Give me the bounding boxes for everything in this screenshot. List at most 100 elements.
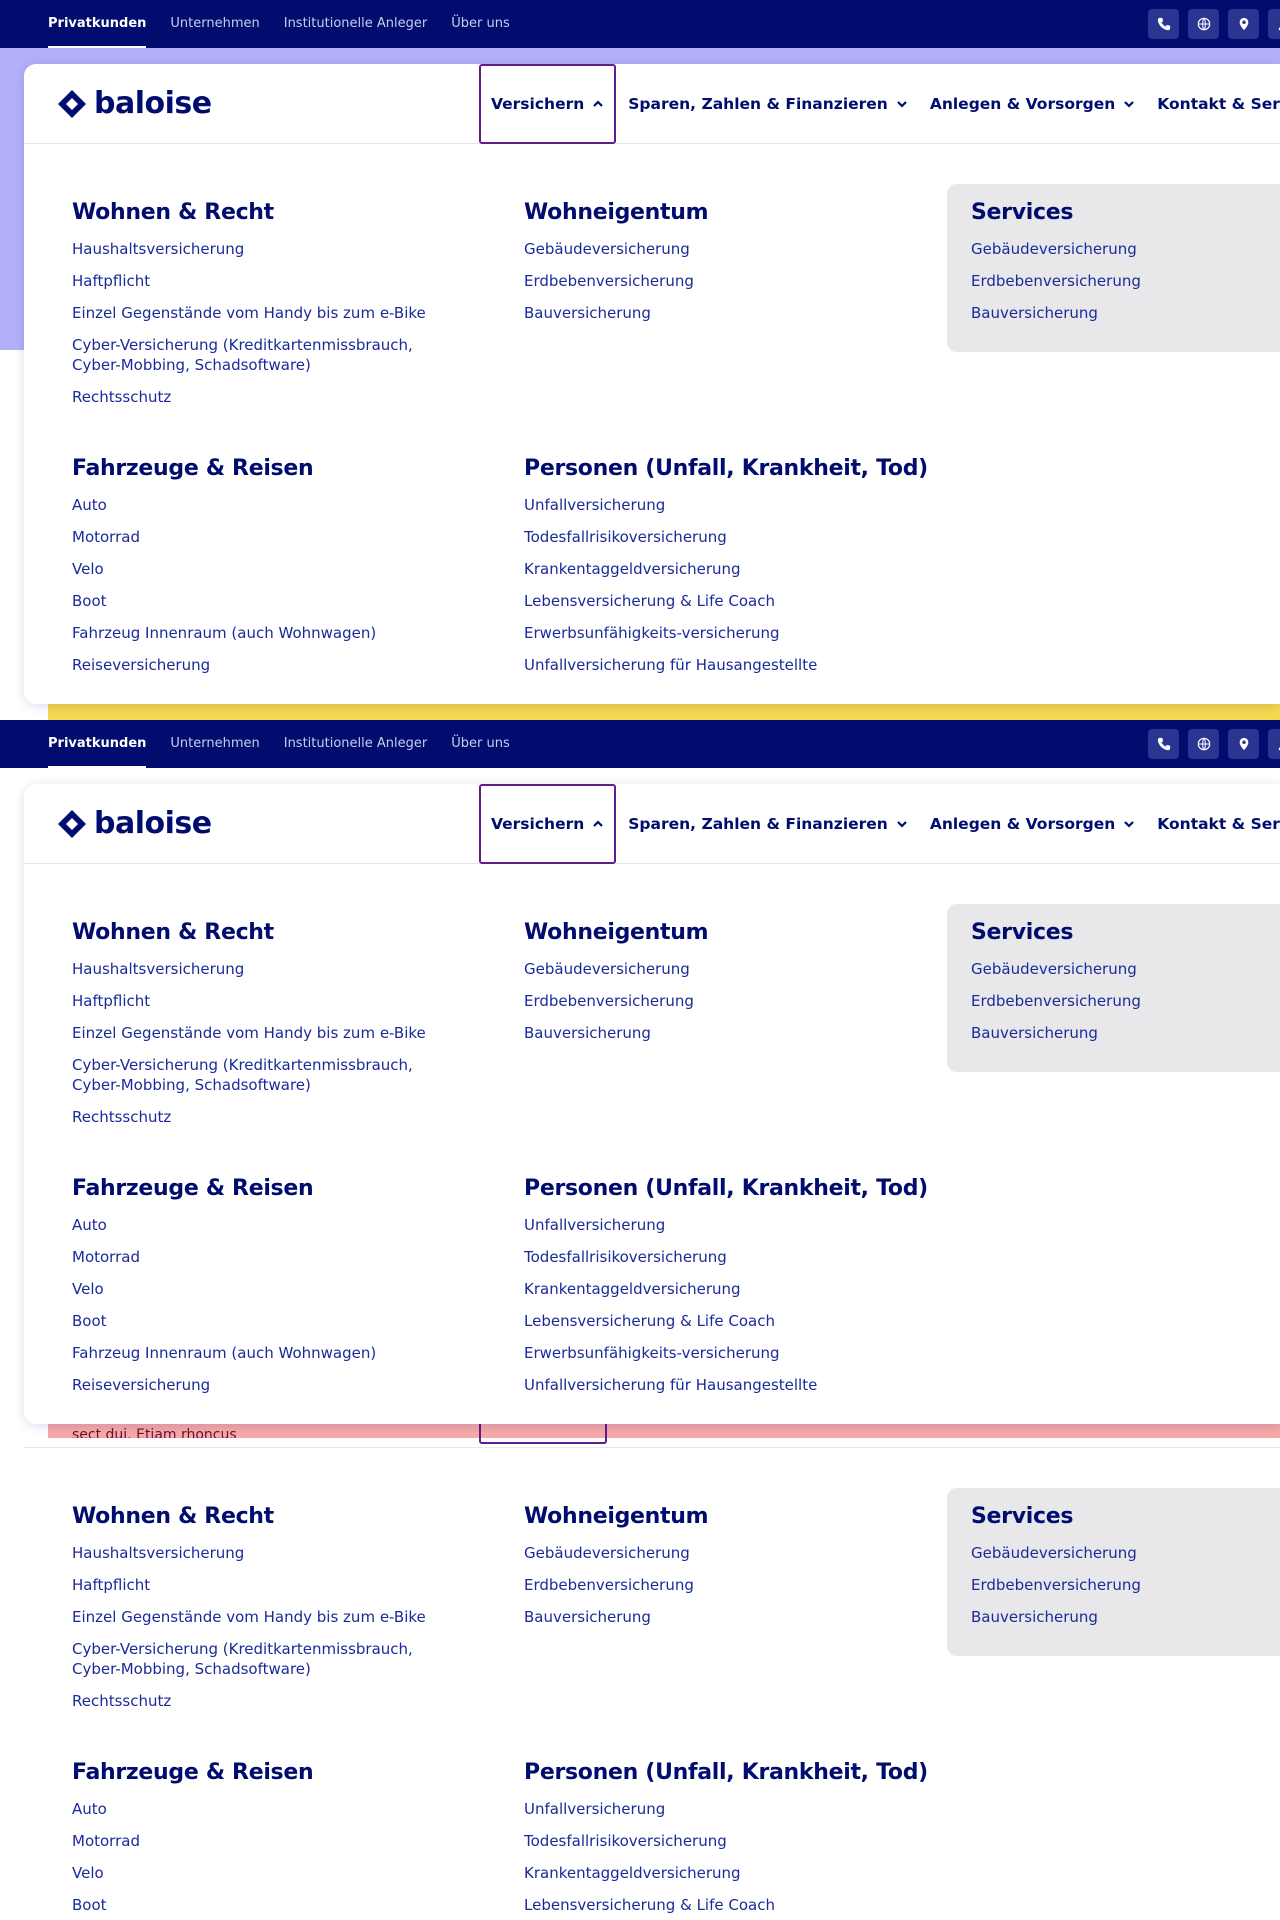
menu-link[interactable]: Erwerbsunfähigkeits-versicherung bbox=[524, 1343, 928, 1363]
meta-link-unternehmen[interactable]: Unternehmen bbox=[170, 720, 259, 768]
menu-link[interactable]: Reiseversicherung bbox=[72, 655, 376, 675]
menu-section-personen: Personen (Unfall, Krankheit, Tod) Unfall… bbox=[524, 1176, 928, 1407]
menu-link[interactable]: Gebäudeversicherung bbox=[971, 239, 1141, 259]
menu-link[interactable]: Motorrad bbox=[72, 1831, 313, 1851]
meta-link-privatkunden[interactable]: Privatkunden bbox=[48, 0, 147, 48]
header-mega-menu-card: baloise Versichern Sparen, Zahlen & Fina… bbox=[24, 784, 1280, 1424]
nav-kontakt-services[interactable]: Kontakt & Services bbox=[1157, 64, 1280, 144]
menu-link[interactable]: Auto bbox=[72, 1799, 313, 1819]
menu-link[interactable]: Boot bbox=[72, 591, 376, 611]
menu-link[interactable]: Bauversicherung bbox=[524, 1607, 708, 1627]
baloise-logo[interactable]: baloise bbox=[56, 86, 212, 121]
baloise-diamond-logo-icon bbox=[58, 89, 86, 118]
menu-link[interactable]: Krankentaggeldversicherung bbox=[524, 1863, 928, 1883]
menu-link[interactable]: Velo bbox=[72, 1279, 376, 1299]
menu-link[interactable]: Einzel Gegenstände vom Handy bis zum e-B… bbox=[72, 1023, 432, 1043]
meta-link-unternehmen[interactable]: Unternehmen bbox=[170, 0, 259, 48]
menu-link[interactable]: Bauversicherung bbox=[971, 303, 1141, 323]
menu-link[interactable]: Cyber-Versicherung (Kreditkartenmissbrau… bbox=[72, 1639, 432, 1679]
nav-versichern[interactable]: Versichern bbox=[479, 784, 617, 864]
menu-link[interactable]: Boot bbox=[72, 1311, 376, 1331]
menu-link[interactable]: Motorrad bbox=[72, 1247, 376, 1267]
menu-section-wohneigentum: Wohneigentum Gebäudeversicherung Erdbebe… bbox=[524, 920, 709, 1055]
menu-link[interactable]: Todesfallrisikoversicherung bbox=[524, 1831, 928, 1851]
menu-link[interactable]: Unfallversicherung bbox=[524, 495, 928, 515]
baloise-logo[interactable]: baloise bbox=[56, 806, 212, 841]
meta-link-ueber-uns[interactable]: Über uns bbox=[451, 0, 510, 48]
language-button[interactable] bbox=[1188, 729, 1219, 759]
phone-button[interactable] bbox=[1148, 9, 1179, 39]
menu-link[interactable]: Haushaltsversicherung bbox=[72, 959, 432, 979]
meta-link-privatkunden[interactable]: Privatkunden bbox=[48, 720, 147, 768]
menu-link[interactable]: Haushaltsversicherung bbox=[72, 239, 432, 259]
menu-link[interactable]: Erdbebenversicherung bbox=[524, 991, 708, 1011]
section-title: Wohneigentum bbox=[524, 1504, 709, 1529]
menu-link[interactable]: Bauversicherung bbox=[524, 303, 708, 323]
menu-link[interactable]: Haushaltsversicherung bbox=[72, 1543, 432, 1563]
nav-sparen-zahlen-finanzieren[interactable]: Sparen, Zahlen & Finanzieren bbox=[628, 64, 908, 144]
menu-link[interactable]: Gebäudeversicherung bbox=[524, 239, 708, 259]
menu-link[interactable]: Gebäudeversicherung bbox=[524, 959, 708, 979]
menu-link[interactable]: Lebensversicherung & Life Coach bbox=[524, 1311, 928, 1331]
nav-anlegen-vorsorgen[interactable]: Anlegen & Vorsorgen bbox=[930, 64, 1135, 144]
main-navigation: Versichern Sparen, Zahlen & Finanzieren … bbox=[479, 64, 1280, 144]
mega-menu-panel-partial: Wohnen & Recht Haushaltsversicherung Haf… bbox=[24, 1448, 1280, 1920]
menu-link[interactable]: Bauversicherung bbox=[524, 1023, 708, 1043]
meta-link-ueber-uns[interactable]: Über uns bbox=[451, 720, 510, 768]
menu-link[interactable]: Cyber-Versicherung (Kreditkartenmissbrau… bbox=[72, 335, 432, 375]
menu-link[interactable]: Erdbebenversicherung bbox=[971, 1575, 1141, 1595]
menu-link[interactable]: Rechtsschutz bbox=[72, 387, 432, 407]
location-button[interactable] bbox=[1228, 9, 1259, 39]
menu-link[interactable]: Auto bbox=[72, 1215, 376, 1235]
language-button[interactable] bbox=[1188, 9, 1219, 39]
menu-link[interactable]: Erdbebenversicherung bbox=[971, 271, 1141, 291]
menu-link[interactable]: Unfallversicherung bbox=[524, 1799, 928, 1819]
menu-link[interactable]: Haftpflicht bbox=[72, 1575, 432, 1595]
menu-link[interactable]: Todesfallrisikoversicherung bbox=[524, 527, 928, 547]
nav-versichern[interactable]: Versichern bbox=[479, 64, 617, 144]
menu-link[interactable]: Krankentaggeldversicherung bbox=[524, 559, 928, 579]
globe-icon bbox=[1197, 17, 1210, 31]
menu-link[interactable]: Erwerbsunfähigkeits-versicherung bbox=[524, 623, 928, 643]
menu-link[interactable]: Bauversicherung bbox=[971, 1023, 1141, 1043]
meta-link-institutionelle-anleger[interactable]: Institutionelle Anleger bbox=[284, 720, 427, 768]
menu-link[interactable]: Erdbebenversicherung bbox=[971, 991, 1141, 1011]
menu-link[interactable]: Rechtsschutz bbox=[72, 1691, 432, 1711]
menu-link[interactable]: Auto bbox=[72, 495, 376, 515]
menu-link[interactable]: Krankentaggeldversicherung bbox=[524, 1279, 928, 1299]
menu-link[interactable]: Bauversicherung bbox=[971, 1607, 1141, 1627]
menu-link[interactable]: Erdbebenversicherung bbox=[524, 271, 708, 291]
menu-link[interactable]: Gebäudeversicherung bbox=[971, 1543, 1141, 1563]
menu-link[interactable]: Unfallversicherung bbox=[524, 1215, 928, 1235]
menu-link[interactable]: Fahrzeug Innenraum (auch Wohnwagen) bbox=[72, 623, 376, 643]
location-button[interactable] bbox=[1228, 729, 1259, 759]
menu-link[interactable]: Rechtsschutz bbox=[72, 1107, 432, 1127]
menu-link[interactable]: Velo bbox=[72, 559, 376, 579]
phone-icon bbox=[1157, 17, 1170, 31]
menu-link[interactable]: Cyber-Versicherung (Kreditkartenmissbrau… bbox=[72, 1055, 432, 1095]
menu-link[interactable]: Todesfallrisikoversicherung bbox=[524, 1247, 928, 1267]
login-button[interactable] bbox=[1268, 729, 1280, 759]
menu-link[interactable]: Unfallversicherung für Hausangestellte bbox=[524, 655, 928, 675]
nav-sparen-zahlen-finanzieren[interactable]: Sparen, Zahlen & Finanzieren bbox=[628, 784, 908, 864]
nav-anlegen-vorsorgen[interactable]: Anlegen & Vorsorgen bbox=[930, 784, 1135, 864]
menu-link[interactable]: Einzel Gegenstände vom Handy bis zum e-B… bbox=[72, 1607, 432, 1627]
nav-kontakt-services[interactable]: Kontakt & Services bbox=[1157, 784, 1280, 864]
menu-link[interactable]: Haftpflicht bbox=[72, 991, 432, 1011]
menu-link[interactable]: Reiseversicherung bbox=[72, 1375, 376, 1395]
menu-link[interactable]: Haftpflicht bbox=[72, 271, 432, 291]
menu-link[interactable]: Gebäudeversicherung bbox=[971, 959, 1141, 979]
menu-link[interactable]: Motorrad bbox=[72, 527, 376, 547]
menu-link[interactable]: Boot bbox=[72, 1895, 313, 1915]
meta-link-institutionelle-anleger[interactable]: Institutionelle Anleger bbox=[284, 0, 427, 48]
menu-link[interactable]: Velo bbox=[72, 1863, 313, 1883]
menu-link[interactable]: Einzel Gegenstände vom Handy bis zum e-B… bbox=[72, 303, 432, 323]
phone-button[interactable] bbox=[1148, 729, 1179, 759]
menu-link[interactable]: Lebensversicherung & Life Coach bbox=[524, 591, 928, 611]
menu-link[interactable]: Unfallversicherung für Hausangestellte bbox=[524, 1375, 928, 1395]
menu-link[interactable]: Fahrzeug Innenraum (auch Wohnwagen) bbox=[72, 1343, 376, 1363]
menu-link[interactable]: Gebäudeversicherung bbox=[524, 1543, 708, 1563]
menu-link[interactable]: Erdbebenversicherung bbox=[524, 1575, 708, 1595]
login-button[interactable] bbox=[1268, 9, 1280, 39]
menu-link[interactable]: Lebensversicherung & Life Coach bbox=[524, 1895, 928, 1915]
